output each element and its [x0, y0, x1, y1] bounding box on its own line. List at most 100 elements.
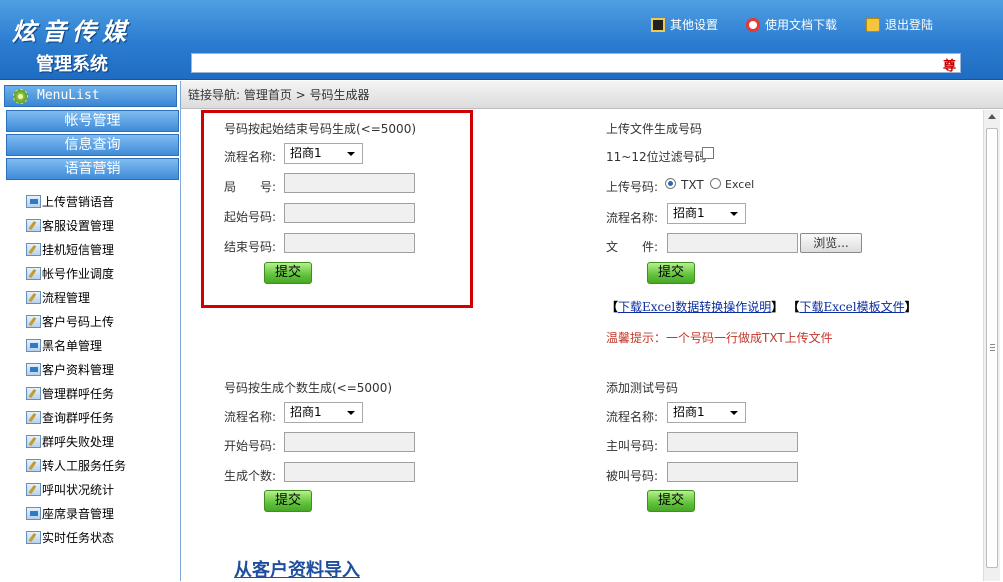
sidebar-item[interactable]: 转人工服务任务 — [26, 456, 126, 474]
sidebar-item-label: 流程管理 — [42, 290, 91, 305]
doc-download-link[interactable]: 使用文档下载 — [746, 16, 837, 33]
settings-icon — [651, 17, 665, 32]
bracket-open-2: 【 — [787, 300, 800, 314]
upload-submit-button[interactable]: 提交 — [647, 262, 695, 284]
other-settings-link[interactable]: 其他设置 — [651, 16, 718, 33]
count-submit-button[interactable]: 提交 — [264, 490, 312, 512]
edit-icon — [26, 434, 41, 448]
category-query[interactable]: 信息查询 — [6, 134, 179, 156]
upload-flow-select[interactable]: 招商1 — [667, 203, 746, 224]
import-from-customer-data-link[interactable]: 从客户资料导入 — [234, 556, 360, 582]
sidebar-item[interactable]: 帐号作业调度 — [26, 264, 114, 282]
range-end-input[interactable] — [284, 233, 415, 253]
logout-label: 退出登陆 — [885, 18, 934, 32]
vertical-scrollbar[interactable] — [983, 110, 1000, 581]
sidebar-item[interactable]: 群呼失败处理 — [26, 432, 114, 450]
bracket-close-1: 】 — [771, 300, 784, 314]
test-flow-label: 流程名称: — [606, 410, 659, 424]
sidebar-item[interactable]: 黑名单管理 — [26, 336, 102, 354]
edit-icon — [26, 530, 41, 544]
count-start-label: 开始号码: — [224, 439, 277, 453]
sidebar-item-label: 上传营销语音 — [42, 194, 115, 209]
edit-icon — [26, 290, 41, 304]
sidebar: MenuList 帐号管理 信息查询 语音营销 上传营销语音 客服设置管理挂机短信… — [0, 81, 181, 581]
window-icon — [26, 362, 41, 376]
filter-checkbox[interactable] — [702, 147, 714, 159]
sidebar-item-label: 客户资料管理 — [42, 362, 115, 377]
range-flow-select[interactable]: 招商1 — [284, 143, 363, 164]
sidebar-item-label: 查询群呼任务 — [42, 410, 115, 425]
notice-marquee: 尊 — [191, 53, 961, 74]
edit-icon — [26, 458, 41, 472]
sidebar-item-label: 管理群呼任务 — [42, 386, 115, 401]
edit-icon — [26, 386, 41, 400]
upload-form-title: 上传文件生成号码 — [606, 122, 703, 136]
radio-txt-label: TXT — [681, 178, 704, 192]
test-flow-select[interactable]: 招商1 — [667, 402, 746, 423]
upload-tip: 温馨提示：一个号码一行做成TXT上传文件 — [606, 331, 833, 345]
sidebar-item[interactable]: 管理群呼任务 — [26, 384, 114, 402]
range-start-input[interactable] — [284, 203, 415, 223]
menu-header: MenuList — [4, 85, 177, 107]
range-form-title: 号码按起始结束号码生成(<=5000) — [224, 122, 417, 136]
sidebar-item-label: 实时任务状态 — [42, 530, 115, 545]
window-icon — [26, 194, 41, 208]
count-start-input[interactable] — [284, 432, 415, 452]
sidebar-item-label: 帐号作业调度 — [42, 266, 115, 281]
caller-input[interactable] — [667, 432, 798, 452]
sidebar-item[interactable]: 客户资料管理 — [26, 360, 114, 378]
scroll-up-arrow-icon[interactable] — [988, 114, 996, 119]
category-voice-marketing[interactable]: 语音营销 — [6, 158, 179, 180]
sidebar-item-label: 群呼失败处理 — [42, 434, 115, 449]
bracket-close-2: 】 — [904, 300, 917, 314]
sidebar-item[interactable]: 呼叫状况统计 — [26, 480, 114, 498]
radio-txt[interactable] — [665, 178, 676, 189]
excel-template-link[interactable]: 下载Excel模板文件 — [799, 300, 904, 314]
logout-link[interactable]: 退出登陆 — [866, 16, 933, 33]
edit-icon — [26, 314, 41, 328]
sidebar-item[interactable]: 客户号码上传 — [26, 312, 114, 330]
sidebar-item[interactable]: 流程管理 — [26, 288, 90, 306]
count-number-label: 生成个数: — [224, 469, 277, 483]
sidebar-item-label: 客户号码上传 — [42, 314, 115, 329]
download-links: 【下载Excel数据转换操作说明】 【下载Excel模板文件】 — [606, 298, 917, 315]
edit-icon — [26, 482, 41, 496]
radio-excel[interactable] — [710, 178, 721, 189]
count-flow-select[interactable]: 招商1 — [284, 402, 363, 423]
window-icon — [26, 338, 41, 352]
file-label: 文 件: — [606, 240, 659, 254]
file-path-input[interactable] — [667, 233, 798, 253]
sidebar-item[interactable]: 实时任务状态 — [26, 528, 114, 546]
sidebar-item-label: 转人工服务任务 — [42, 458, 127, 473]
upload-flow-label: 流程名称: — [606, 211, 659, 225]
breadcrumb: 链接导航: 管理首页 > 号码生成器 — [181, 81, 1003, 109]
sidebar-item[interactable]: 客服设置管理 — [26, 216, 114, 234]
sidebar-item[interactable]: 查询群呼任务 — [26, 408, 114, 426]
bracket-open-1: 【 — [606, 300, 619, 314]
edit-icon — [26, 242, 41, 256]
scroll-thumb[interactable] — [986, 128, 998, 568]
lock-icon — [866, 17, 880, 32]
excel-convert-guide-link[interactable]: 下载Excel数据转换操作说明 — [618, 300, 771, 314]
sidebar-item-label: 黑名单管理 — [42, 338, 103, 353]
count-number-input[interactable] — [284, 462, 415, 482]
range-flow-label: 流程名称: — [224, 150, 277, 164]
caller-label: 主叫号码: — [606, 439, 659, 453]
sidebar-item[interactable]: 上传营销语音 — [26, 192, 114, 210]
window-icon — [26, 506, 41, 520]
sidebar-item-label: 客服设置管理 — [42, 218, 115, 233]
range-submit-button[interactable]: 提交 — [264, 262, 312, 284]
grip-icon — [990, 344, 995, 351]
range-office-input[interactable] — [284, 173, 415, 193]
browse-button[interactable]: 浏览... — [800, 233, 862, 253]
brand-logo: 炫音传媒 — [12, 17, 132, 46]
app-header: 炫音传媒 管理系统 其他设置 使用文档下载 退出登陆 尊 — [0, 0, 1003, 80]
category-account[interactable]: 帐号管理 — [6, 110, 179, 132]
count-form-title: 号码按生成个数生成(<=5000) — [224, 381, 393, 395]
sidebar-item[interactable]: 挂机短信管理 — [26, 240, 114, 258]
sidebar-item[interactable]: 座席录音管理 — [26, 504, 114, 522]
callee-input[interactable] — [667, 462, 798, 482]
range-office-label: 局 号: — [224, 180, 277, 194]
test-submit-button[interactable]: 提交 — [647, 490, 695, 512]
upload-type-label: 上传号码: — [606, 180, 659, 194]
